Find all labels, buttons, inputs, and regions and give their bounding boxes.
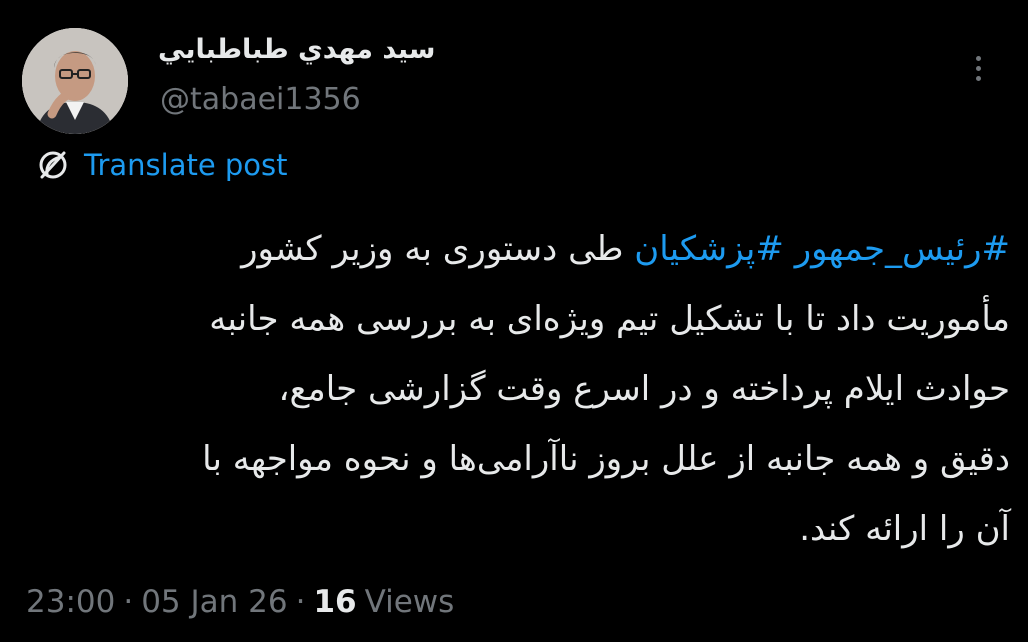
more-dot <box>975 75 981 81</box>
post-text: #رئیس_جمهور #پزشکیان طی دستوری به وزیر ک… <box>50 214 1010 564</box>
translate-globe-icon <box>39 151 67 179</box>
author-handle[interactable]: @tabaei1356 <box>160 82 361 117</box>
hashtag-link[interactable]: #رئیس_جمهور <box>795 229 1010 269</box>
post-line: دقیق و همه جانبه از علل بروز ناآرامی‌ها … <box>202 439 1010 479</box>
post-line: حوادث ایلام پرداخته و در اسرع وقت گزارشی… <box>278 369 1010 409</box>
more-dot <box>975 65 981 71</box>
translate-post-label: Translate post <box>84 148 288 182</box>
meta-separator: · <box>123 584 134 620</box>
post-date[interactable]: 05 Jan 26 <box>141 584 287 620</box>
hashtag-link[interactable]: #پزشکیان <box>634 229 784 269</box>
post-time[interactable]: 23:00 <box>26 584 115 620</box>
post-line: آن را ارائه کند. <box>799 509 1010 549</box>
avatar-photo <box>22 28 128 134</box>
post-line: مأموریت داد تا با تشکیل تیم ویژه‌ای به ب… <box>209 299 1010 339</box>
post-text-segment: طی دستوری به وزیر کشور <box>241 229 624 269</box>
views-label[interactable]: Views <box>365 584 455 620</box>
more-dot <box>975 55 981 61</box>
avatar[interactable] <box>22 28 128 134</box>
post-meta: 23:00 · 05 Jan 26 · 16 Views <box>26 584 454 620</box>
meta-separator: · <box>295 584 306 620</box>
post-line: #رئیس_جمهور #پزشکیان طی دستوری به وزیر ک… <box>50 214 1010 284</box>
translate-post-button[interactable]: Translate post <box>36 148 288 182</box>
views-count[interactable]: 16 <box>313 584 356 620</box>
author-display-name[interactable]: سيد مهدي طباطبايي <box>158 34 458 65</box>
more-icon[interactable] <box>966 48 990 88</box>
